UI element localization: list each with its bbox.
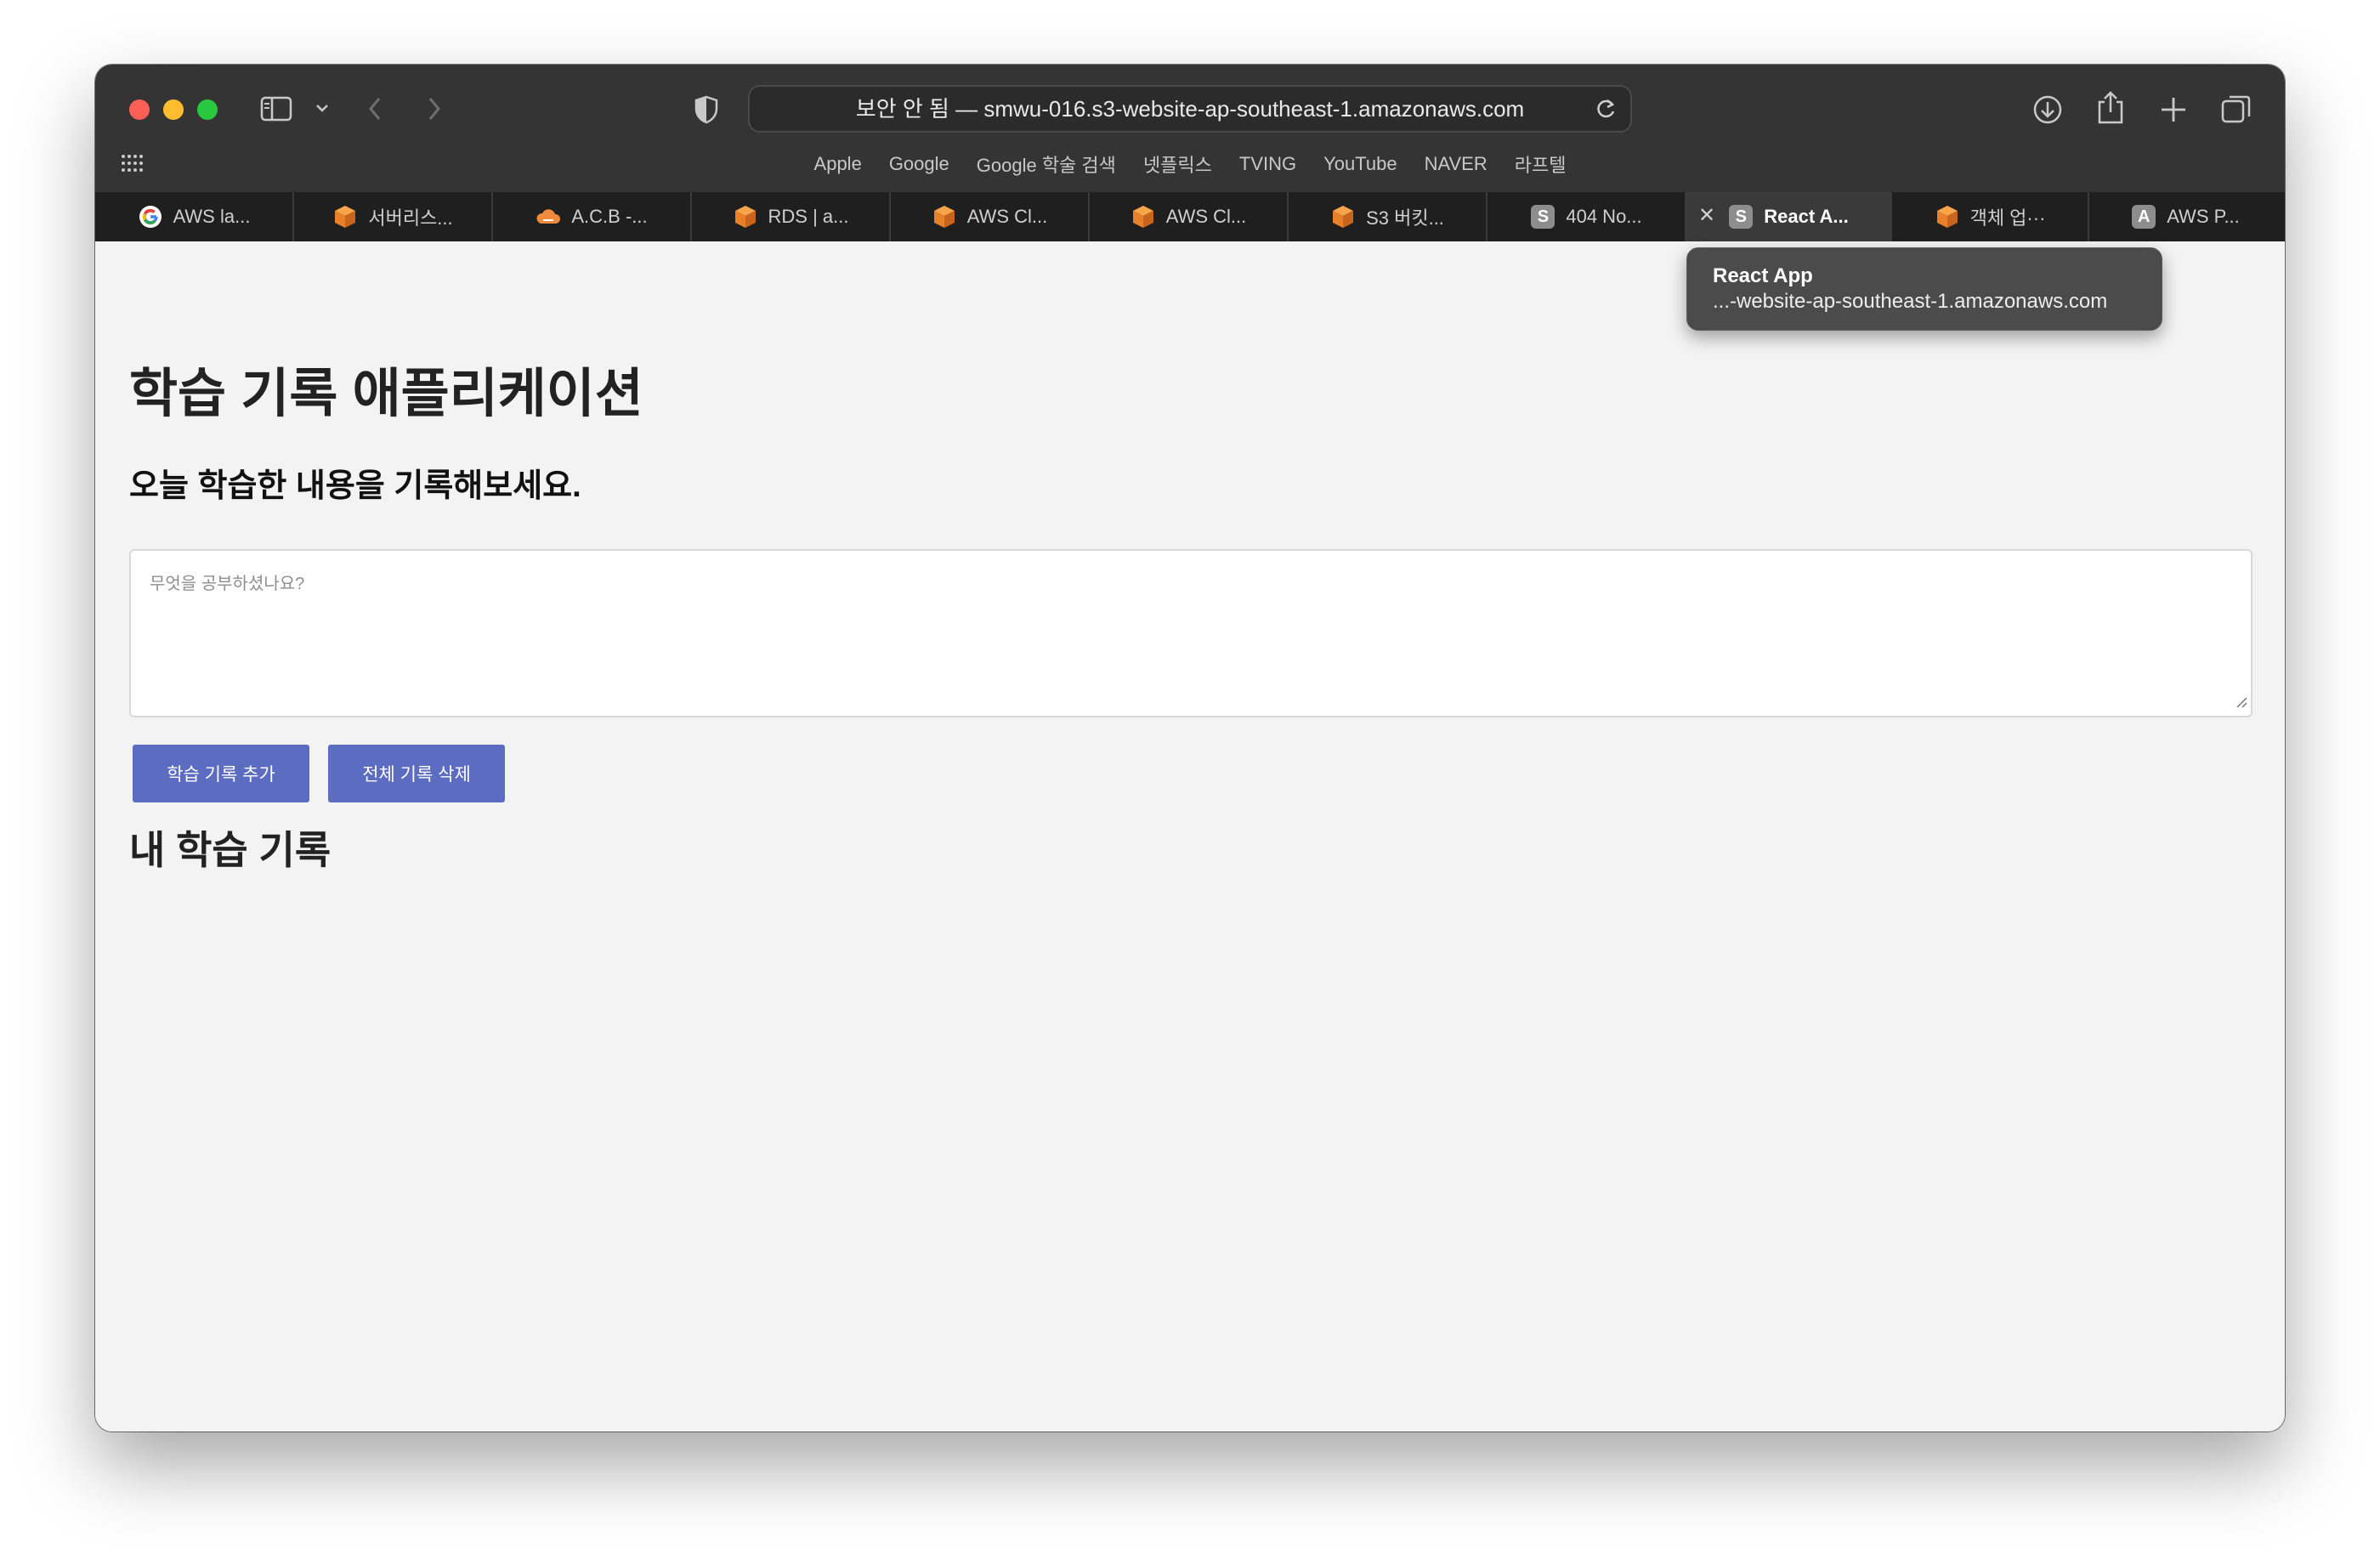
aws-cube-icon <box>1935 204 1960 230</box>
resize-handle-icon[interactable] <box>2234 694 2247 712</box>
tab-s3-bucket[interactable]: S3 버킷... <box>1289 192 1488 241</box>
bookmark-google[interactable]: Google <box>889 153 949 175</box>
address-text: 보안 안 됨 — smwu-016.s3-website-ap-southeas… <box>855 96 1525 122</box>
tooltip-title: React App <box>1713 264 1813 287</box>
favorites-bar: Apple Google Google 학술 검색 넷플릭스 TVING You… <box>95 143 2285 185</box>
share-icon[interactable] <box>2096 90 2125 126</box>
letter-a-icon: A <box>2131 204 2156 230</box>
tab-label: 서버리스... <box>368 207 453 229</box>
tab-react-app[interactable]: ✕ S React A... <box>1686 192 1892 241</box>
study-input[interactable]: 무엇을 공부하셨나요? <box>129 549 2252 717</box>
tab-aws-cloud-2[interactable]: AWS Cl... <box>1090 192 1289 241</box>
tab-bar: AWS la... 서버리스... A.C.B -... RDS | a... … <box>95 192 2285 241</box>
bookmark-laftel[interactable]: 라프텔 <box>1515 150 1567 178</box>
tab-tooltip: React App ...-website-ap-southeast-1.ama… <box>1686 247 2162 331</box>
tab-label: AWS Cl... <box>966 206 1048 227</box>
aws-cube-icon <box>932 204 957 230</box>
tab-rds[interactable]: RDS | a... <box>692 192 891 241</box>
records-heading: 내 학습 기록 <box>129 828 332 872</box>
forward-icon[interactable] <box>425 95 444 122</box>
close-tab-icon[interactable]: ✕ <box>1698 206 1715 226</box>
tab-label: 404 No... <box>1566 206 1642 227</box>
tab-label: AWS la... <box>173 206 251 227</box>
bookmark-netflix[interactable]: 넷플릭스 <box>1143 150 1212 178</box>
zoom-window-button[interactable] <box>197 99 218 120</box>
letter-s-icon: S <box>1728 204 1754 230</box>
tab-404[interactable]: S 404 No... <box>1488 192 1686 241</box>
page-content: 학습 기록 애플리케이션 오늘 학습한 내용을 기록해보세요. 무엇을 공부하셨… <box>95 241 2285 1431</box>
tab-aws-cloud-1[interactable]: AWS Cl... <box>891 192 1090 241</box>
new-tab-icon[interactable] <box>2159 95 2188 124</box>
page-title: 학습 기록 애플리케이션 <box>129 365 643 423</box>
tab-aws-p[interactable]: A AWS P... <box>2089 192 2281 241</box>
bookmark-tving[interactable]: TVING <box>1239 153 1296 175</box>
aws-cube-icon <box>733 204 758 230</box>
tab-label: AWS Cl... <box>1165 206 1247 227</box>
browser-window: 보안 안 됨 — smwu-016.s3-website-ap-southeas… <box>95 65 2285 1431</box>
downloads-icon[interactable] <box>2032 94 2064 126</box>
browser-toolbar: 보안 안 됨 — smwu-016.s3-website-ap-southeas… <box>95 65 2285 192</box>
tab-label: S3 버킷... <box>1366 207 1444 229</box>
bookmark-apple[interactable]: Apple <box>814 153 862 175</box>
add-record-button[interactable]: 학습 기록 추가 <box>133 745 309 802</box>
address-bar[interactable]: 보안 안 됨 — smwu-016.s3-website-ap-southeas… <box>748 85 1632 133</box>
privacy-shield-icon[interactable] <box>694 95 719 124</box>
tab-label: A.C.B -... <box>571 206 648 227</box>
tab-label: React A... <box>1764 206 1849 227</box>
sidebar-toggle-icon[interactable] <box>260 95 292 122</box>
cloud-icon <box>536 204 561 230</box>
close-window-button[interactable] <box>129 99 150 120</box>
reload-icon[interactable] <box>1595 97 1617 125</box>
tooltip-url: ...-website-ap-southeast-1.amazonaws.com <box>1713 290 2108 313</box>
tab-acb[interactable]: A.C.B -... <box>493 192 692 241</box>
page-subtitle: 오늘 학습한 내용을 기록해보세요. <box>129 468 581 504</box>
tab-label: RDS | a... <box>768 206 849 227</box>
tab-serverless[interactable]: 서버리스... <box>294 192 493 241</box>
letter-s-icon: S <box>1530 204 1556 230</box>
tab-object-upload[interactable]: 객체 업··· <box>1892 192 2089 241</box>
chevron-down-icon[interactable] <box>314 102 330 114</box>
tab-aws-la[interactable]: AWS la... <box>95 192 294 241</box>
minimize-window-button[interactable] <box>163 99 184 120</box>
aws-cube-icon <box>1130 204 1156 230</box>
tab-label: AWS P... <box>2167 206 2240 227</box>
back-icon[interactable] <box>366 95 384 122</box>
bookmark-naver[interactable]: NAVER <box>1425 153 1488 175</box>
delete-all-button[interactable]: 전체 기록 삭제 <box>328 745 505 802</box>
tab-overview-icon[interactable] <box>2220 94 2252 126</box>
tab-label: 객체 업··· <box>1969 207 2046 229</box>
aws-cube-icon <box>332 204 358 230</box>
study-input-placeholder: 무엇을 공부하셨나요? <box>150 575 305 593</box>
google-icon <box>138 204 163 230</box>
aws-cube-icon <box>1330 204 1356 230</box>
bookmark-google-scholar[interactable]: Google 학술 검색 <box>977 150 1116 178</box>
bookmark-youtube[interactable]: YouTube <box>1323 153 1397 175</box>
